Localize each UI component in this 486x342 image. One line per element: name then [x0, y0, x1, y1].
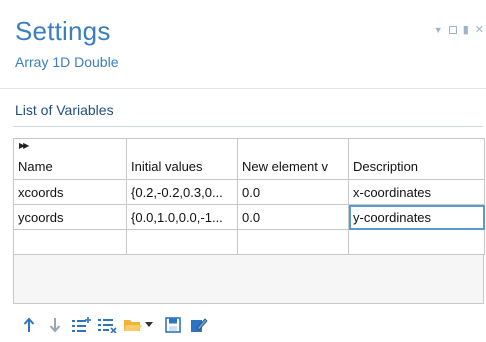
column-header-description[interactable]: Description — [348, 138, 485, 180]
cell-new-element[interactable]: 0.0 — [237, 204, 349, 230]
pin-icon[interactable]: ▮ — [463, 24, 469, 36]
open-folder-icon — [124, 320, 142, 331]
delete-row-button[interactable] — [96, 314, 118, 336]
column-header-name[interactable]: ▶▶ Name — [13, 138, 127, 180]
section-title: List of Variables — [15, 102, 114, 118]
table-row[interactable]: ycoords {0.0,1.0,0.0,-1... 0.0 y-coordin… — [13, 204, 485, 230]
edit-button[interactable] — [188, 314, 210, 336]
page-title: Settings — [15, 16, 111, 46]
save-icon — [165, 317, 181, 333]
sort-icon[interactable]: ▶▶ — [19, 141, 29, 150]
cell-initial-values[interactable]: {0.2,-0.2,0.3,0... — [126, 179, 238, 205]
open-button[interactable] — [122, 314, 144, 336]
cell-name[interactable] — [13, 229, 127, 255]
arrow-down-icon — [49, 318, 61, 333]
delete-list-icon — [98, 319, 117, 333]
table-row[interactable] — [13, 229, 485, 255]
save-button[interactable] — [162, 314, 184, 336]
table-toolbar — [18, 314, 214, 336]
variables-table: ▶▶ Name Initial values New element v Des… — [13, 138, 485, 304]
cell-description[interactable] — [348, 229, 485, 255]
close-icon[interactable]: ✕ — [475, 24, 484, 36]
cell-description[interactable]: y-coordinates — [348, 204, 485, 230]
cell-initial-values[interactable]: {0.0,1.0,0.0,-1... — [126, 204, 238, 230]
move-down-button[interactable] — [44, 314, 66, 336]
variables-grid: ▶▶ Name Initial values New element v Des… — [13, 138, 485, 255]
move-up-button[interactable] — [18, 314, 40, 336]
column-header-new-element[interactable]: New element v — [237, 138, 349, 180]
dropdown-chevron-icon — [145, 322, 153, 327]
add-row-button[interactable] — [70, 314, 92, 336]
cell-new-element[interactable] — [237, 229, 349, 255]
window-controls: ▼ ▮ ✕ — [434, 24, 484, 36]
cell-initial-values[interactable] — [126, 229, 238, 255]
maximize-icon[interactable] — [448, 26, 457, 34]
edit-icon — [191, 318, 208, 332]
cell-description[interactable]: x-coordinates — [348, 179, 485, 205]
settings-panel: Settings Array 1D Double ▼ ▮ ✕ List of V… — [0, 0, 486, 342]
column-header-initial-values[interactable]: Initial values — [126, 138, 238, 180]
table-header-row: ▶▶ Name Initial values New element v Des… — [13, 138, 485, 180]
menu-chevron-icon[interactable]: ▼ — [434, 24, 443, 36]
cell-new-element[interactable]: 0.0 — [237, 179, 349, 205]
arrow-up-icon — [23, 317, 35, 332]
table-row[interactable]: xcoords {0.2,-0.2,0.3,0... 0.0 x-coordin… — [13, 179, 485, 205]
page-subtitle: Array 1D Double — [15, 54, 119, 70]
cell-name[interactable]: ycoords — [13, 204, 127, 230]
open-dropdown-button[interactable] — [144, 314, 154, 336]
cell-name[interactable]: xcoords — [13, 179, 127, 205]
section-divider — [13, 126, 483, 127]
add-list-icon — [72, 317, 91, 332]
header-divider — [0, 88, 486, 89]
